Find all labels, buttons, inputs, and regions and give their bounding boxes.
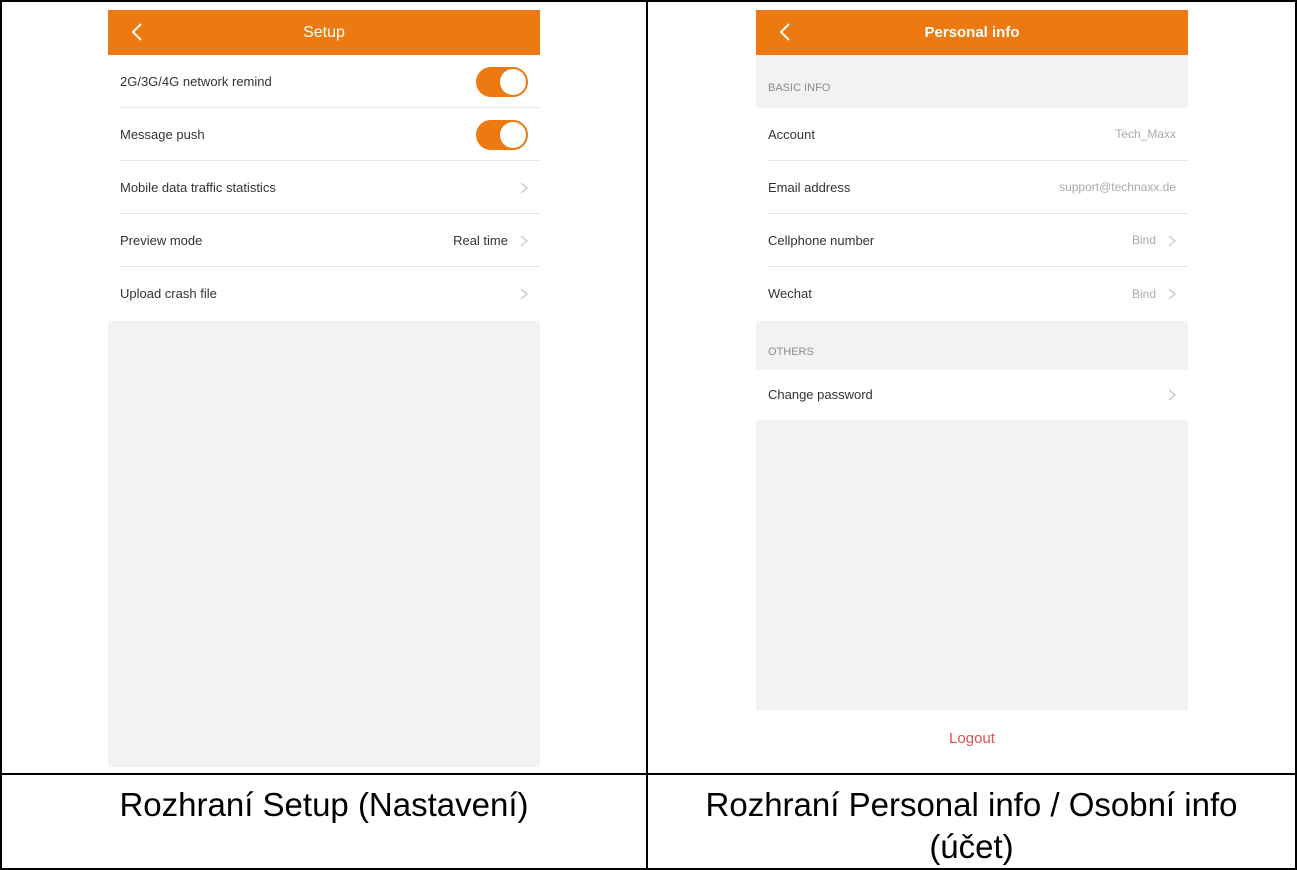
logout-button[interactable]: Logout [756, 710, 1188, 767]
cellphone-bind-value: Bind [1131, 233, 1156, 247]
personal-info-screen: Personal info BASIC INFO Account Tech_Ma… [756, 10, 1188, 767]
logout-bar: Logout [756, 710, 1188, 767]
row-label: Wechat [768, 286, 812, 301]
row-label: Mobile data traffic statistics [120, 180, 276, 195]
chevron-right-icon [520, 235, 528, 247]
chevron-right-icon [520, 288, 528, 300]
chevron-right-icon [520, 182, 528, 194]
wechat-bind-value: Bind [1131, 287, 1156, 301]
row-label: Upload crash file [120, 286, 217, 301]
navbar: Setup [108, 10, 540, 55]
chevron-right-icon [1168, 288, 1176, 300]
network-remind-toggle[interactable] [476, 67, 528, 97]
navbar: Personal info [756, 10, 1188, 55]
info-row-wechat[interactable]: Wechat Bind [756, 267, 1188, 321]
caption-right-line1: Rozhraní Personal info / Osobní info [705, 786, 1238, 823]
row-label: Account [768, 127, 815, 142]
row-label: Change password [768, 387, 873, 402]
preview-mode-value: Real time [453, 233, 508, 248]
info-row-change-password[interactable]: Change password [756, 370, 1188, 420]
email-value: support@technaxx.de [1059, 180, 1176, 194]
settings-row-preview-mode[interactable]: Preview mode Real time [108, 214, 540, 267]
chevron-right-icon [1168, 235, 1176, 247]
settings-row-message-push: Message push [108, 108, 540, 161]
row-label: Preview mode [120, 233, 203, 248]
caption-left: Rozhraní Setup (Nastavení) [119, 786, 529, 823]
settings-row-traffic-stats[interactable]: Mobile data traffic statistics [108, 161, 540, 214]
toggle-knob [500, 69, 526, 95]
settings-row-network-remind: 2G/3G/4G network remind [108, 55, 540, 108]
setup-screen: Setup 2G/3G/4G network remind Message pu… [108, 10, 540, 767]
account-value: Tech_Maxx [1115, 127, 1176, 141]
settings-row-upload-crash[interactable]: Upload crash file [108, 267, 540, 321]
section-header-label: BASIC INFO [768, 82, 831, 94]
chevron-right-icon [1168, 389, 1176, 401]
caption-right-line2: (účet) [929, 828, 1014, 865]
row-label: Email address [768, 180, 851, 195]
row-label: Message push [120, 127, 205, 142]
page-title: Personal info [924, 24, 1020, 41]
column-divider [646, 0, 648, 870]
row-label: Cellphone number [768, 233, 875, 248]
row-divider [0, 773, 1297, 775]
info-row-email: Email address support@technaxx.de [756, 161, 1188, 214]
info-row-cellphone[interactable]: Cellphone number Bind [756, 214, 1188, 267]
page-title: Setup [303, 24, 345, 41]
toggle-knob [500, 122, 526, 148]
section-header-label: OTHERS [768, 346, 814, 358]
info-row-account: Account Tech_Maxx [756, 108, 1188, 161]
row-label: 2G/3G/4G network remind [120, 74, 272, 89]
message-push-toggle[interactable] [476, 120, 528, 150]
